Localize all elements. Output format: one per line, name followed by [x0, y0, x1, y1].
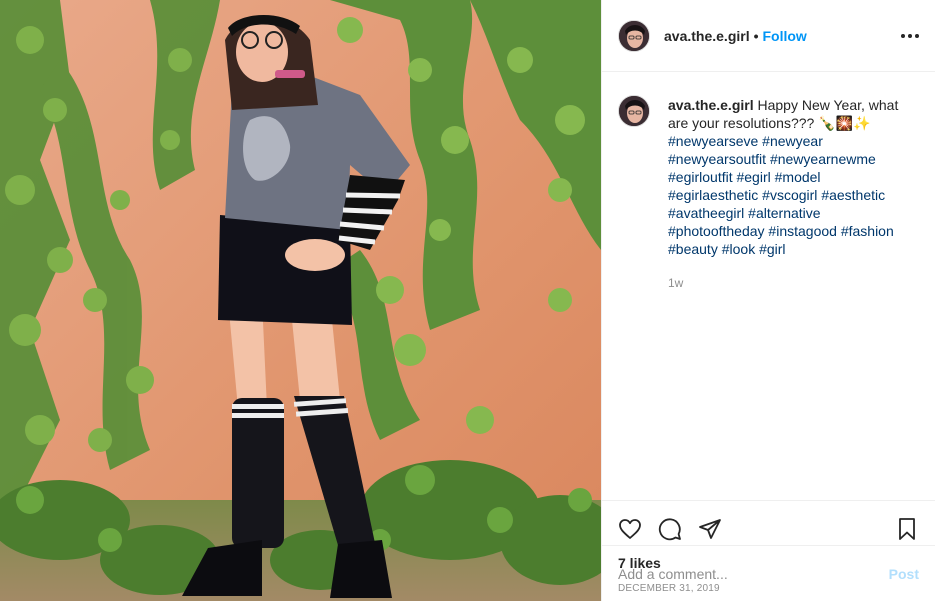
- comments-section: ava.the.e.girl Happy New Year, what are …: [602, 72, 935, 500]
- header-separator: •: [753, 27, 759, 44]
- hashtag-link[interactable]: #photooftheday: [668, 223, 765, 239]
- heart-icon[interactable]: [618, 517, 642, 541]
- post-details-panel: ava.the.e.girl • Follow ava.the.e.girl H…: [601, 0, 935, 601]
- hashtag-link[interactable]: #newyearnewme: [770, 151, 876, 167]
- hashtag-link[interactable]: #instagood: [768, 223, 837, 239]
- hashtag-link[interactable]: #look: [722, 241, 755, 257]
- avatar[interactable]: [618, 19, 650, 52]
- bookmark-icon[interactable]: [895, 517, 919, 541]
- caption-username[interactable]: ava.the.e.girl: [668, 97, 754, 113]
- comment-input[interactable]: [618, 565, 889, 582]
- caption-hashtags: #newyearseve #newyear #newyearsoutfit #n…: [668, 133, 894, 257]
- hashtag-link[interactable]: #newyearsoutfit: [668, 151, 766, 167]
- comment-icon[interactable]: [658, 517, 682, 541]
- hashtag-link[interactable]: #model: [775, 169, 821, 185]
- post-photo-image: [0, 0, 601, 601]
- hashtag-link[interactable]: #egirloutfit: [668, 169, 733, 185]
- avatar-image: [619, 20, 649, 51]
- hashtag-link[interactable]: #egirlaesthetic: [668, 187, 758, 203]
- hashtag-link[interactable]: #alternative: [748, 205, 820, 221]
- caption-body: ava.the.e.girl Happy New Year, what are …: [668, 96, 908, 292]
- share-icon[interactable]: [698, 517, 722, 541]
- instagram-post: ava.the.e.girl • Follow ava.the.e.girl H…: [0, 0, 935, 601]
- caption-avatar-image: [619, 96, 649, 126]
- post-comment-button[interactable]: Post: [889, 566, 919, 582]
- hashtag-link[interactable]: #vscogirl: [762, 187, 817, 203]
- follow-button[interactable]: Follow: [763, 28, 807, 44]
- hashtag-link[interactable]: #avatheegirl: [668, 205, 744, 221]
- hashtag-link[interactable]: #egirl: [736, 169, 770, 185]
- post-photo[interactable]: [0, 0, 601, 601]
- more-options-icon[interactable]: [895, 28, 919, 44]
- hashtag-link[interactable]: #newyear: [762, 133, 823, 149]
- post-header: ava.the.e.girl • Follow: [602, 0, 935, 72]
- hashtag-link[interactable]: #newyearseve: [668, 133, 758, 149]
- caption-avatar[interactable]: [618, 95, 650, 127]
- hashtag-link[interactable]: #fashion: [841, 223, 894, 239]
- hashtag-link[interactable]: #beauty: [668, 241, 718, 257]
- hashtag-link[interactable]: #girl: [759, 241, 785, 257]
- caption: ava.the.e.girl Happy New Year, what are …: [618, 95, 919, 292]
- caption-timestamp[interactable]: 1w: [668, 274, 908, 292]
- action-icons: [618, 509, 919, 549]
- hashtag-link[interactable]: #aesthetic: [821, 187, 885, 203]
- add-comment-bar: Post: [602, 545, 935, 601]
- header-username[interactable]: ava.the.e.girl: [664, 28, 750, 44]
